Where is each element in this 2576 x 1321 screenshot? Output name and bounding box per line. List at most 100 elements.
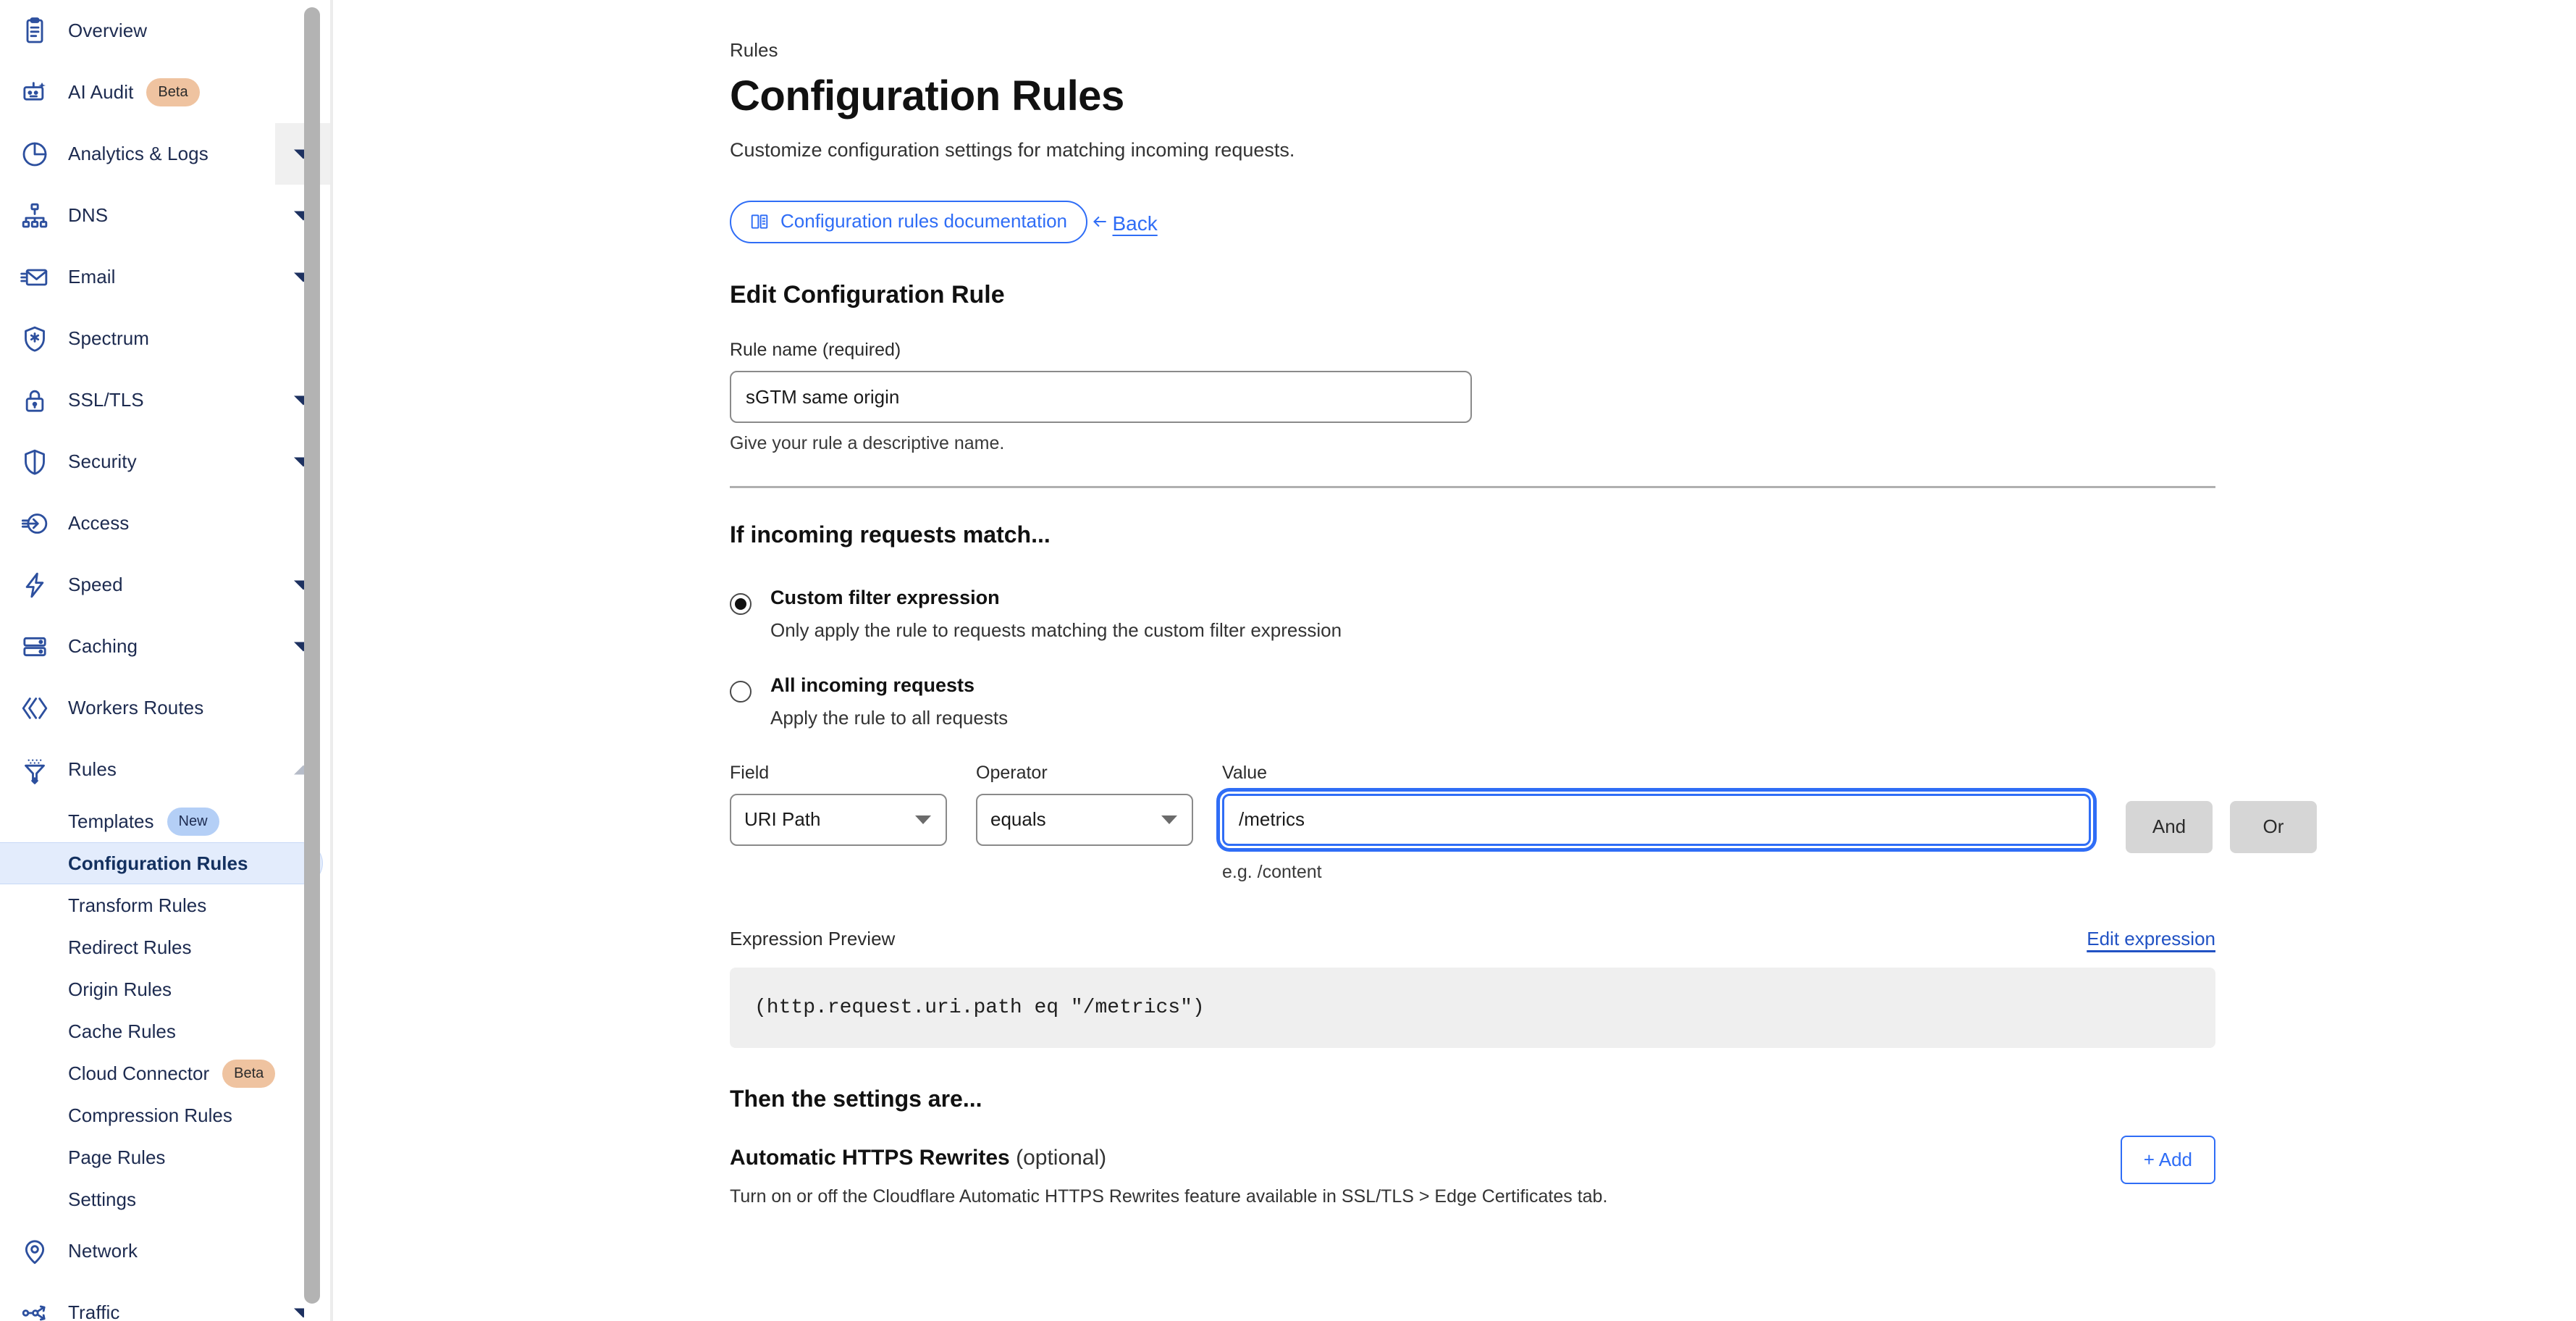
edit-expression-link[interactable]: Edit expression	[2087, 928, 2215, 950]
sidebar-subitem-settings[interactable]: Settings	[0, 1178, 333, 1220]
logic-buttons: And Or	[2126, 800, 2317, 853]
field-column: Field URI Path	[730, 763, 947, 846]
sidebar-item-security[interactable]: Security	[0, 431, 333, 492]
sidebar-subitem-configuration-rules[interactable]: Configuration Rules	[0, 842, 323, 884]
setting-title-text: Automatic HTTPS Rewrites	[730, 1145, 1010, 1170]
sidebar-item-label: SSL/TLS	[68, 389, 144, 411]
sidebar-item-analytics-logs[interactable]: Analytics & Logs	[0, 123, 333, 185]
radio-option-all-incoming-requests[interactable]: All incoming requests Apply the rule to a…	[730, 674, 2576, 729]
setting-optional-text: (optional)	[1016, 1145, 1107, 1170]
sidebar-item-label: AI Audit	[68, 81, 134, 103]
sidebar-item-label: Workers Routes	[68, 697, 204, 718]
map-pin-icon	[19, 1236, 51, 1267]
operator-select-value: equals	[990, 808, 1046, 831]
sidebar-item-speed[interactable]: Speed	[0, 554, 333, 616]
sidebar-subitem-label: Compression Rules	[68, 1104, 232, 1126]
sidebar-item-spectrum[interactable]: Spectrum	[0, 308, 333, 369]
expression-preview-box: (http.request.uri.path eq "/metrics")	[730, 967, 2215, 1048]
sidebar: Overview AI Audit Beta Analytics & Logs DNS E…	[0, 0, 333, 1321]
funnel-icon	[19, 754, 51, 786]
field-select[interactable]: URI Path	[730, 793, 947, 846]
sidebar-item-label: Analytics & Logs	[68, 143, 209, 164]
sidebar-subitem-origin-rules[interactable]: Origin Rules	[0, 968, 333, 1010]
sidebar-subitem-label: Configuration Rules	[68, 852, 248, 874]
sidebar-subitem-label: Templates	[68, 810, 154, 832]
sidebar-subitem-label: Page Rules	[68, 1146, 166, 1168]
book-icon	[750, 212, 769, 231]
sitemap-icon	[19, 200, 51, 232]
sidebar-item-email[interactable]: Email	[0, 246, 333, 308]
sidebar-scrollbar-thumb[interactable]	[304, 7, 320, 1304]
radio-option-custom-filter-expression[interactable]: Custom filter expression Only apply the r…	[730, 587, 2576, 642]
radio-option-desc: Apply the rule to all requests	[770, 706, 1009, 729]
sidebar-subitem-label: Redirect Rules	[68, 936, 192, 958]
sidebar-subitem-cloud-connector[interactable]: Cloud Connector Beta	[0, 1052, 333, 1094]
main-content: Rules Configuration Rules Customize conf…	[333, 0, 2576, 1321]
documentation-button[interactable]: Configuration rules documentation	[730, 201, 1088, 244]
sidebar-subitem-templates[interactable]: Templates New	[0, 800, 333, 842]
robot-icon	[19, 77, 51, 109]
sidebar-item-label: Spectrum	[68, 327, 150, 349]
sidebar-item-access[interactable]: Access	[0, 492, 333, 554]
arrow-left-icon	[1090, 212, 1109, 236]
sidebar-subitem-label: Transform Rules	[68, 894, 207, 916]
sidebar-subitem-compression-rules[interactable]: Compression Rules	[0, 1094, 333, 1136]
sidebar-subitem-page-rules[interactable]: Page Rules	[0, 1136, 333, 1178]
section-divider	[730, 486, 2215, 489]
beta-badge: Beta	[146, 78, 200, 106]
sidebar-item-traffic[interactable]: Traffic	[0, 1282, 333, 1321]
envelope-icon	[19, 261, 51, 293]
back-link[interactable]: Back	[1090, 212, 1158, 236]
match-heading: If incoming requests match...	[730, 521, 1051, 548]
add-setting-button[interactable]: + Add	[2120, 1135, 2215, 1184]
sidebar-item-ssl-tls[interactable]: SSL/TLS	[0, 369, 333, 431]
sidebar-item-label: Speed	[68, 574, 123, 595]
sidebar-subitem-label: Settings	[68, 1188, 136, 1210]
sidebar-item-label: Network	[68, 1240, 138, 1262]
sidebar-item-label: Overview	[68, 20, 148, 41]
expression-preview-title: Expression Preview	[730, 927, 896, 949]
sidebar-item-rules[interactable]: Rules	[0, 739, 333, 800]
settings-heading: Then the settings are...	[730, 1085, 982, 1112]
sidebar-item-label: Email	[68, 266, 116, 288]
sidebar-subitem-redirect-rules[interactable]: Redirect Rules	[0, 926, 333, 968]
sidebar-subitem-label: Cloud Connector	[68, 1062, 210, 1084]
value-input[interactable]	[1222, 793, 2091, 846]
field-label: Field	[730, 762, 770, 783]
rule-name-helper: Give your rule a descriptive name.	[730, 433, 1005, 454]
bolt-icon	[19, 569, 51, 601]
sidebar-subitem-transform-rules[interactable]: Transform Rules	[0, 884, 333, 926]
sidebar-item-workers-routes[interactable]: Workers Routes	[0, 677, 333, 739]
value-column: Value e.g. /content	[1222, 763, 2091, 883]
or-button[interactable]: Or	[2230, 800, 2317, 853]
breadcrumb: Rules	[730, 39, 778, 61]
sidebar-item-ai-audit[interactable]: AI Audit Beta	[0, 62, 333, 123]
pie-chart-icon	[19, 138, 51, 170]
sidebar-subitem-cache-rules[interactable]: Cache Rules	[0, 1010, 333, 1052]
sign-in-icon	[19, 508, 51, 540]
value-input-wrapper: e.g. /content	[1222, 793, 2091, 883]
rule-name-input[interactable]	[730, 371, 1472, 424]
operator-select[interactable]: equals	[976, 793, 1193, 846]
expression-preview-header: Expression Preview Edit expression	[730, 928, 2215, 950]
sidebar-item-network[interactable]: Network	[0, 1220, 333, 1282]
sidebar-item-label: Traffic	[68, 1301, 120, 1321]
and-button[interactable]: And	[2126, 800, 2213, 853]
radio-indicator[interactable]	[730, 681, 752, 703]
sidebar-item-caching[interactable]: Caching	[0, 616, 333, 677]
chevron-down-icon	[1161, 815, 1177, 824]
expression-builder-row: Field URI Path Operator equals Value /me…	[730, 763, 2576, 883]
radio-indicator[interactable]	[730, 593, 752, 616]
app-root: Overview AI Audit Beta Analytics & Logs DNS E…	[0, 0, 2576, 1321]
radio-option-title: All incoming requests	[770, 674, 975, 697]
match-radio-group: Custom filter expression Only apply the r…	[730, 587, 2576, 729]
sidebar-item-label: Security	[68, 450, 137, 472]
traffic-split-icon	[19, 1297, 51, 1321]
sidebar-item-label: Rules	[68, 758, 117, 780]
edit-rule-heading: Edit Configuration Rule	[730, 281, 1005, 309]
radio-option-desc: Only apply the rule to requests matching…	[770, 619, 1342, 642]
sidebar-item-overview[interactable]: Overview	[0, 0, 333, 62]
sidebar-nav-list: Overview AI Audit Beta Analytics & Logs DNS E…	[0, 0, 333, 1321]
sidebar-item-dns[interactable]: DNS	[0, 185, 333, 246]
radio-option-body: All incoming requests Apply the rule to a…	[770, 674, 1009, 729]
